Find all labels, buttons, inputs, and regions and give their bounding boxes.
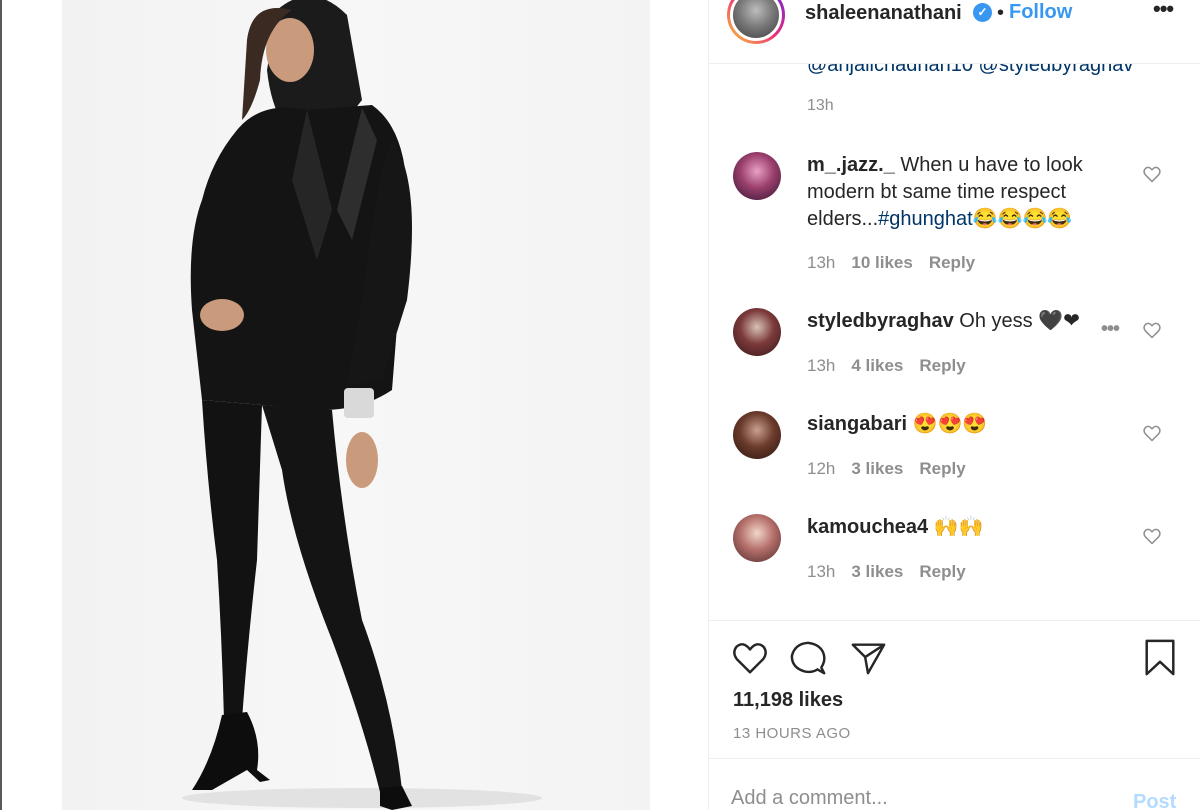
comment-meta: 13h 3 likes Reply bbox=[807, 562, 982, 582]
bookmark-icon[interactable] bbox=[1141, 639, 1179, 677]
post-side-panel: @anjalichadhan10 @styledbyraghav 13h m_.… bbox=[708, 0, 1200, 810]
reply-button[interactable]: Reply bbox=[919, 356, 965, 375]
more-options-icon[interactable]: ••• bbox=[1153, 0, 1174, 22]
comment-username[interactable]: kamouchea4 bbox=[807, 516, 928, 538]
comment-message: 🙌🙌 bbox=[928, 516, 984, 538]
heart-icon[interactable] bbox=[1142, 423, 1162, 443]
comment-message: Oh yess 🖤❤ bbox=[953, 310, 1080, 332]
avatar[interactable] bbox=[733, 152, 781, 200]
comment-time: 12h bbox=[807, 459, 836, 478]
comment-meta: 12h 3 likes Reply bbox=[807, 459, 982, 479]
comment-likes[interactable]: 4 likes bbox=[851, 356, 903, 375]
avatar[interactable] bbox=[733, 308, 781, 356]
comment-time: 13h bbox=[807, 356, 836, 375]
comment-username[interactable]: styledbyraghav bbox=[807, 310, 954, 332]
comment-likes[interactable]: 3 likes bbox=[851, 459, 903, 478]
comment-time: 13h bbox=[807, 253, 836, 272]
post-header: shaleenanathani ✓ • Follow ••• bbox=[709, 0, 1200, 64]
comment-likes[interactable]: 10 likes bbox=[851, 253, 912, 272]
comment-more-icon[interactable]: ••• bbox=[1101, 318, 1120, 341]
header-username[interactable]: shaleenanathani bbox=[805, 2, 962, 25]
comment-text: siangabari 😍😍😍 bbox=[807, 411, 1107, 438]
caption-time: 13h bbox=[807, 97, 834, 114]
comment-text: kamouchea4 🙌🙌 bbox=[807, 514, 1107, 541]
comment-username[interactable]: siangabari bbox=[807, 413, 907, 435]
comment-meta: 13h 4 likes Reply bbox=[807, 356, 982, 376]
post-photo-area bbox=[0, 0, 708, 810]
likes-count[interactable]: 11,198 likes bbox=[733, 689, 843, 712]
comment-meta: 13h 10 likes Reply bbox=[807, 253, 991, 273]
avatar[interactable] bbox=[727, 0, 785, 44]
avatar[interactable] bbox=[733, 514, 781, 562]
comment-text: m_.jazz._ When u have to look modern bt … bbox=[807, 152, 1107, 233]
comment-hashtag[interactable]: #ghunghat😂😂😂😂 bbox=[878, 208, 1072, 230]
comments-list[interactable]: @anjalichadhan10 @styledbyraghav 13h m_.… bbox=[709, 0, 1200, 620]
follow-button[interactable]: Follow bbox=[1009, 1, 1072, 24]
comment-input[interactable] bbox=[731, 787, 1111, 810]
action-bar: 11,198 likes 13 HOURS AGO bbox=[709, 620, 1200, 758]
comment-text: styledbyraghav Oh yess 🖤❤ bbox=[807, 308, 1107, 335]
header-separator: • bbox=[997, 2, 1005, 24]
comment-username[interactable]: m_.jazz._ bbox=[807, 154, 895, 176]
comment-composer: Post bbox=[709, 758, 1200, 810]
verified-badge-icon: ✓ bbox=[973, 3, 992, 22]
comment-message: 😍😍😍 bbox=[907, 413, 988, 435]
post-button[interactable]: Post bbox=[1133, 791, 1176, 810]
model-figure-illustration bbox=[182, 0, 542, 810]
comment-time: 13h bbox=[807, 562, 836, 581]
post-photo[interactable] bbox=[62, 0, 650, 810]
heart-icon[interactable] bbox=[1142, 320, 1162, 340]
reply-button[interactable]: Reply bbox=[929, 253, 975, 272]
share-icon[interactable] bbox=[849, 639, 887, 677]
comment-likes[interactable]: 3 likes bbox=[851, 562, 903, 581]
heart-icon[interactable] bbox=[1142, 526, 1162, 546]
reply-button[interactable]: Reply bbox=[919, 459, 965, 478]
comment-icon[interactable] bbox=[789, 639, 827, 677]
avatar[interactable] bbox=[733, 411, 781, 459]
heart-icon[interactable] bbox=[731, 639, 769, 677]
post-timestamp: 13 HOURS AGO bbox=[733, 725, 851, 742]
reply-button[interactable]: Reply bbox=[919, 562, 965, 581]
heart-icon[interactable] bbox=[1142, 164, 1162, 184]
